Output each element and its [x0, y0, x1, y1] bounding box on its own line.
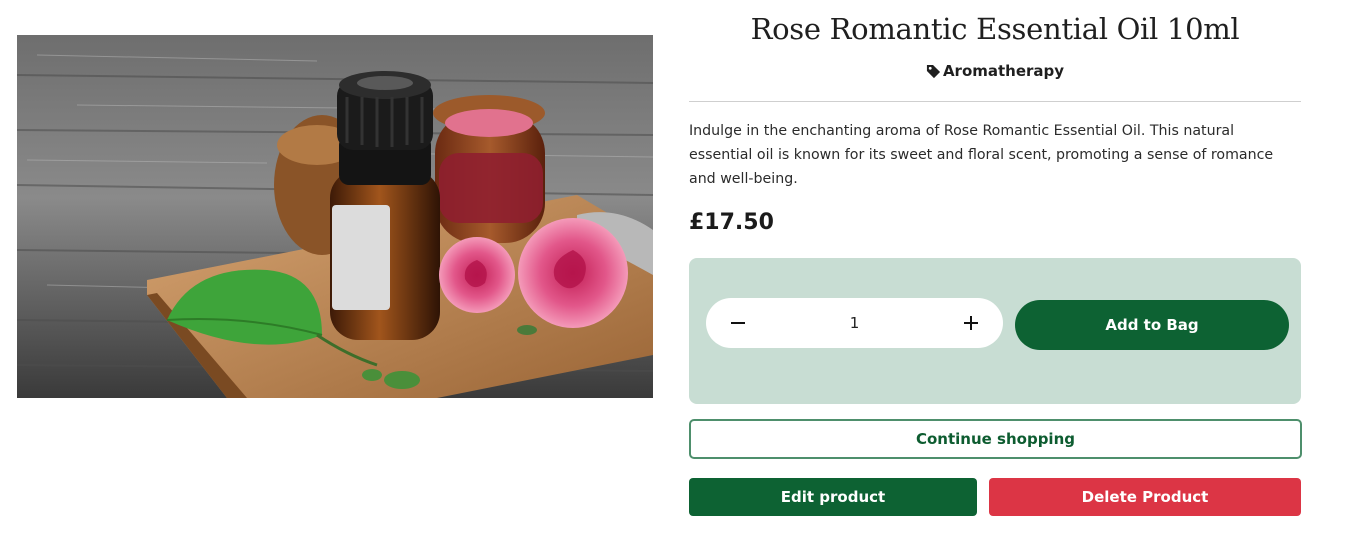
- delete-product-button[interactable]: Delete Product: [989, 478, 1301, 516]
- product-price: £17.50: [689, 210, 774, 235]
- product-title: Rose Romantic Essential Oil 10ml: [750, 12, 1240, 46]
- minus-icon: [731, 322, 745, 324]
- quantity-input[interactable]: [766, 310, 943, 336]
- divider: [689, 101, 1301, 102]
- category-link[interactable]: Aromatherapy: [689, 62, 1301, 80]
- increment-button[interactable]: [946, 298, 996, 348]
- product-description: Indulge in the enchanting aroma of Rose …: [689, 123, 1274, 187]
- quantity-stepper: [706, 298, 1003, 348]
- category-label: Aromatherapy: [942, 62, 1065, 80]
- decrement-button[interactable]: [713, 298, 763, 348]
- add-to-bag-form: Add to Bag: [689, 258, 1301, 404]
- add-to-bag-button[interactable]: Add to Bag: [1015, 300, 1289, 350]
- continue-shopping-button[interactable]: Continue shopping: [689, 419, 1302, 459]
- product-image: [17, 35, 653, 398]
- edit-product-button[interactable]: Edit product: [689, 478, 977, 516]
- product-detail-page: Rose Romantic Essential Oil 10ml Aromath…: [0, 0, 1372, 535]
- tag-icon: [926, 64, 940, 78]
- plus-icon: [964, 316, 978, 330]
